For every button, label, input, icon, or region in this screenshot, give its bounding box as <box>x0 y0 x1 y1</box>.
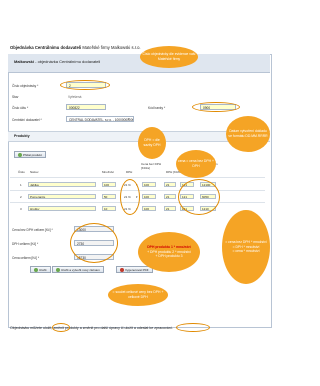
chevron-down-icon[interactable]: ▾ <box>128 117 130 121</box>
vat-note-bubble: DPH = dle sazby DPH <box>138 127 166 159</box>
save-and-new-button[interactable]: Uložit a vytvořit nový záznam <box>52 266 104 273</box>
footer-highlight-ring-1 <box>52 323 70 332</box>
save-and-new-label: Uložit a vytvořit nový záznam <box>61 268 100 272</box>
supplier-select[interactable]: CENTRAL DODAVATEL, s.r.o. - 10000000000 <box>66 116 134 122</box>
account-number-label: Číslo účtu * <box>12 106 29 110</box>
order-number-highlight-ring <box>60 80 110 90</box>
row-3-name[interactable]: Hrušky <box>28 206 96 211</box>
products-section-title: Produkty <box>14 134 30 138</box>
row-2-name[interactable]: Pomeranče <box>28 194 96 199</box>
bank-code-highlight-ring <box>192 102 240 112</box>
grand-total-note-text: = součet celkové ceny bez DPH + celkové … <box>112 290 164 299</box>
col-header-quantity: Množství <box>102 170 115 174</box>
panel-header-company: Malkowski <box>14 59 35 64</box>
add-product-button[interactable]: Přidat produkt <box>14 151 46 158</box>
col-header-name: Název <box>30 170 39 174</box>
vat-total-formula-bubble: DPH produktu 1 * množství + DPH produktu… <box>138 232 200 272</box>
price-note-text: cena = cena bez DPH + DPH <box>178 159 215 168</box>
row-3-number: 3 <box>20 207 22 211</box>
price-note-bubble: cena = cena bez DPH + DPH <box>176 150 216 178</box>
row-1-price-no-vat[interactable]: 100 <box>142 182 156 187</box>
generate-pdf-label: Vygenerovat PDF <box>125 268 149 272</box>
row-2-quantity[interactable]: 50 <box>102 194 116 199</box>
total-vat-label: DPH celkem [Kč] * <box>12 242 39 246</box>
order-number-note-text: Číslo objednávky dle evidence vaší Mateř… <box>142 52 196 61</box>
date-note-text: Datum vytvoření dokladu ve formátu DD.MM… <box>228 129 268 138</box>
row-2-vat-amount[interactable]: 21 <box>164 194 176 199</box>
panel-header: Malkowski - objednávka Centrálnímu dodav… <box>8 54 270 73</box>
row-3-vat-amount[interactable]: 21 <box>164 206 176 211</box>
save-label: Uložit <box>39 268 47 272</box>
row-1-vat-amount[interactable]: 21 <box>164 182 176 187</box>
totals-highlight-ring <box>70 223 118 263</box>
save-new-icon <box>56 268 60 273</box>
col-header-price-no-vat: Cena bez DPH [Kč/ks] <box>141 162 162 170</box>
totals-formula-line-3: = cena * množství <box>232 249 260 254</box>
grand-total-label: Cena celkem [Kč] * <box>12 256 40 260</box>
add-product-label: Přidat produkt <box>23 153 42 157</box>
row-1-quantity[interactable]: 100 <box>102 182 116 187</box>
vat-formula-line-3: + DPH produktu 3 <box>155 254 183 259</box>
row-1-name[interactable]: Jablka <box>28 182 96 187</box>
row-3-price-no-vat[interactable]: 100 <box>142 206 156 211</box>
grand-total-note-bubble: = součet celkové ceny bez DPH + celkové … <box>108 284 168 306</box>
order-number-note-bubble: Číslo objednávky dle evidence vaší Mateř… <box>140 46 198 68</box>
row-1-number: 1 <box>20 183 22 187</box>
plus-icon <box>18 153 22 158</box>
date-note-bubble: Datum vytvoření dokladu ve formátu DD.MM… <box>226 116 270 152</box>
supplier-label: Centrální dodavatel * <box>12 118 42 122</box>
status-label: Stav <box>12 95 19 99</box>
document-title: Objednávka Centrálnímu dodavateli Mateřs… <box>10 45 141 50</box>
total-no-vat-label: Cena bez DPH celkem [Kč] * <box>12 228 53 232</box>
row-3-quantity[interactable]: 10 <box>102 206 116 211</box>
panel-header-subtitle: - objednávka Centrálnímu dodavateli <box>34 59 101 64</box>
generate-pdf-button[interactable]: Vygenerovat PDF <box>116 266 153 273</box>
row-2-number: 2 <box>20 195 22 199</box>
footer-instructions: Objednávku můžete uložit, změnit produkt… <box>10 326 173 330</box>
vat-note-text: DPH = dle sazby DPH <box>143 138 161 147</box>
vat-column-highlight-ring <box>120 179 140 215</box>
table-header-divider <box>10 177 265 178</box>
account-number-input[interactable]: 000822 <box>66 104 106 110</box>
col-header-number: Číslo <box>18 170 25 174</box>
status-value: Vyřešená <box>68 95 82 99</box>
total-column-highlight-ring <box>178 179 220 215</box>
footer-highlight-ring-2 <box>176 323 210 332</box>
pdf-icon <box>120 268 124 273</box>
save-icon <box>34 268 38 273</box>
totals-formula-bubble: = cena bez DPH * množství = DPH * množst… <box>222 210 270 284</box>
save-button[interactable]: Uložit <box>30 266 51 273</box>
document-title-bold: Objednávka Centrálnímu dodavateli <box>10 45 82 50</box>
col-header-vat: DPH <box>126 170 133 174</box>
order-number-label: Číslo objednávky * <box>12 84 39 88</box>
bank-code-label: Kód banky * <box>148 106 166 110</box>
document-title-rest: Mateřské firmy Malkowski s.r.o. <box>82 45 141 50</box>
row-2-price-no-vat[interactable]: 100 <box>142 194 156 199</box>
